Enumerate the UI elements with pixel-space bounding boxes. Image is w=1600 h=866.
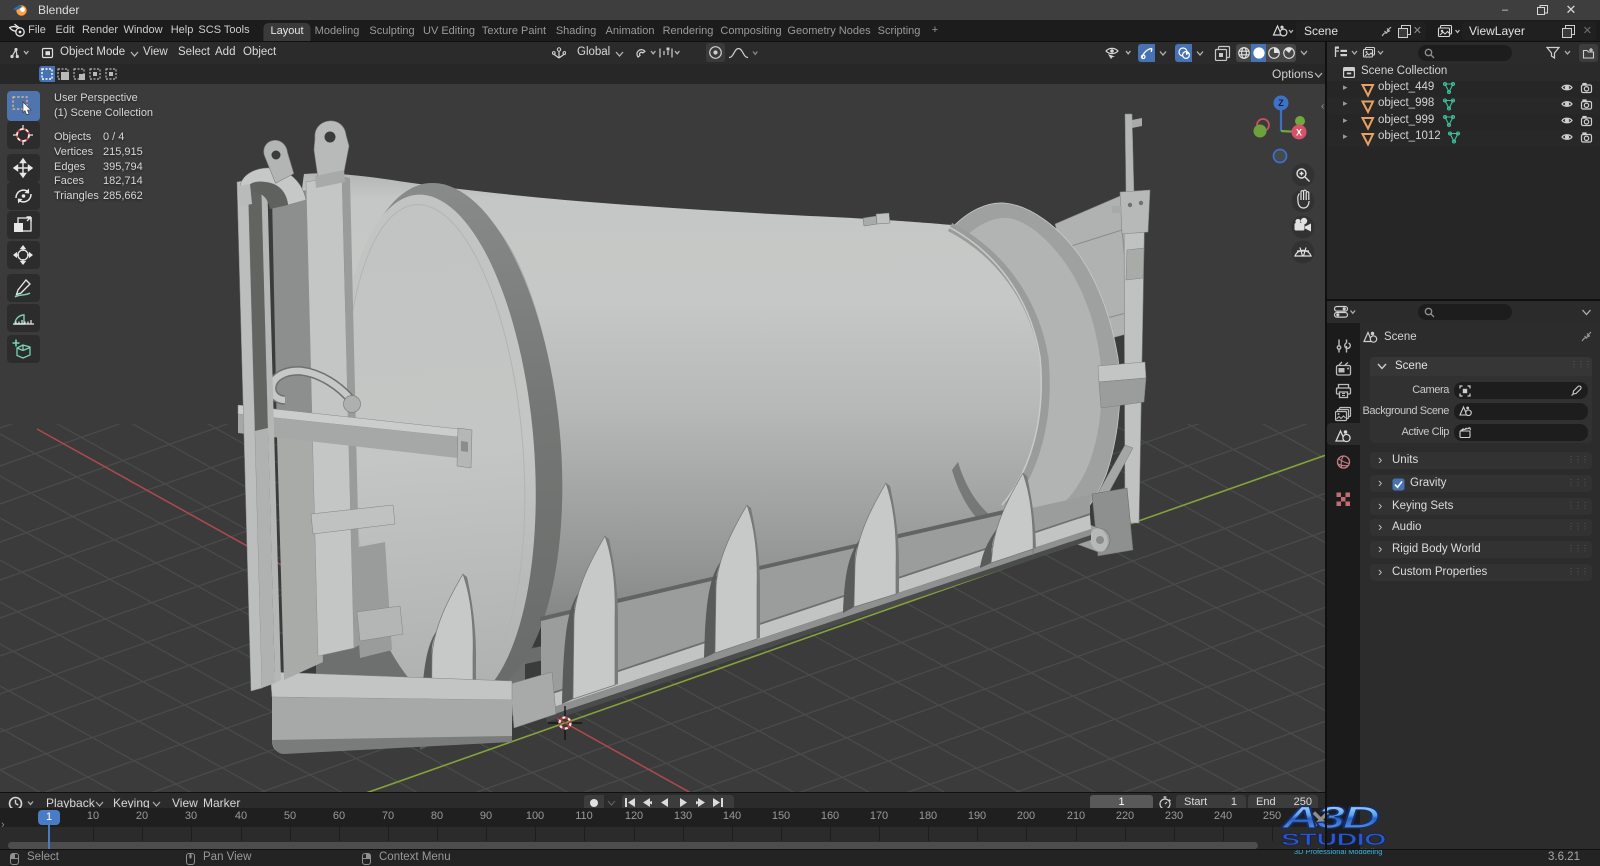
svg-text:‹: ‹ xyxy=(1321,101,1324,112)
svg-text:STUDIO: STUDIO xyxy=(1281,830,1386,849)
svg-text:X: X xyxy=(1296,127,1302,137)
svg-text:Z: Z xyxy=(1278,98,1284,108)
